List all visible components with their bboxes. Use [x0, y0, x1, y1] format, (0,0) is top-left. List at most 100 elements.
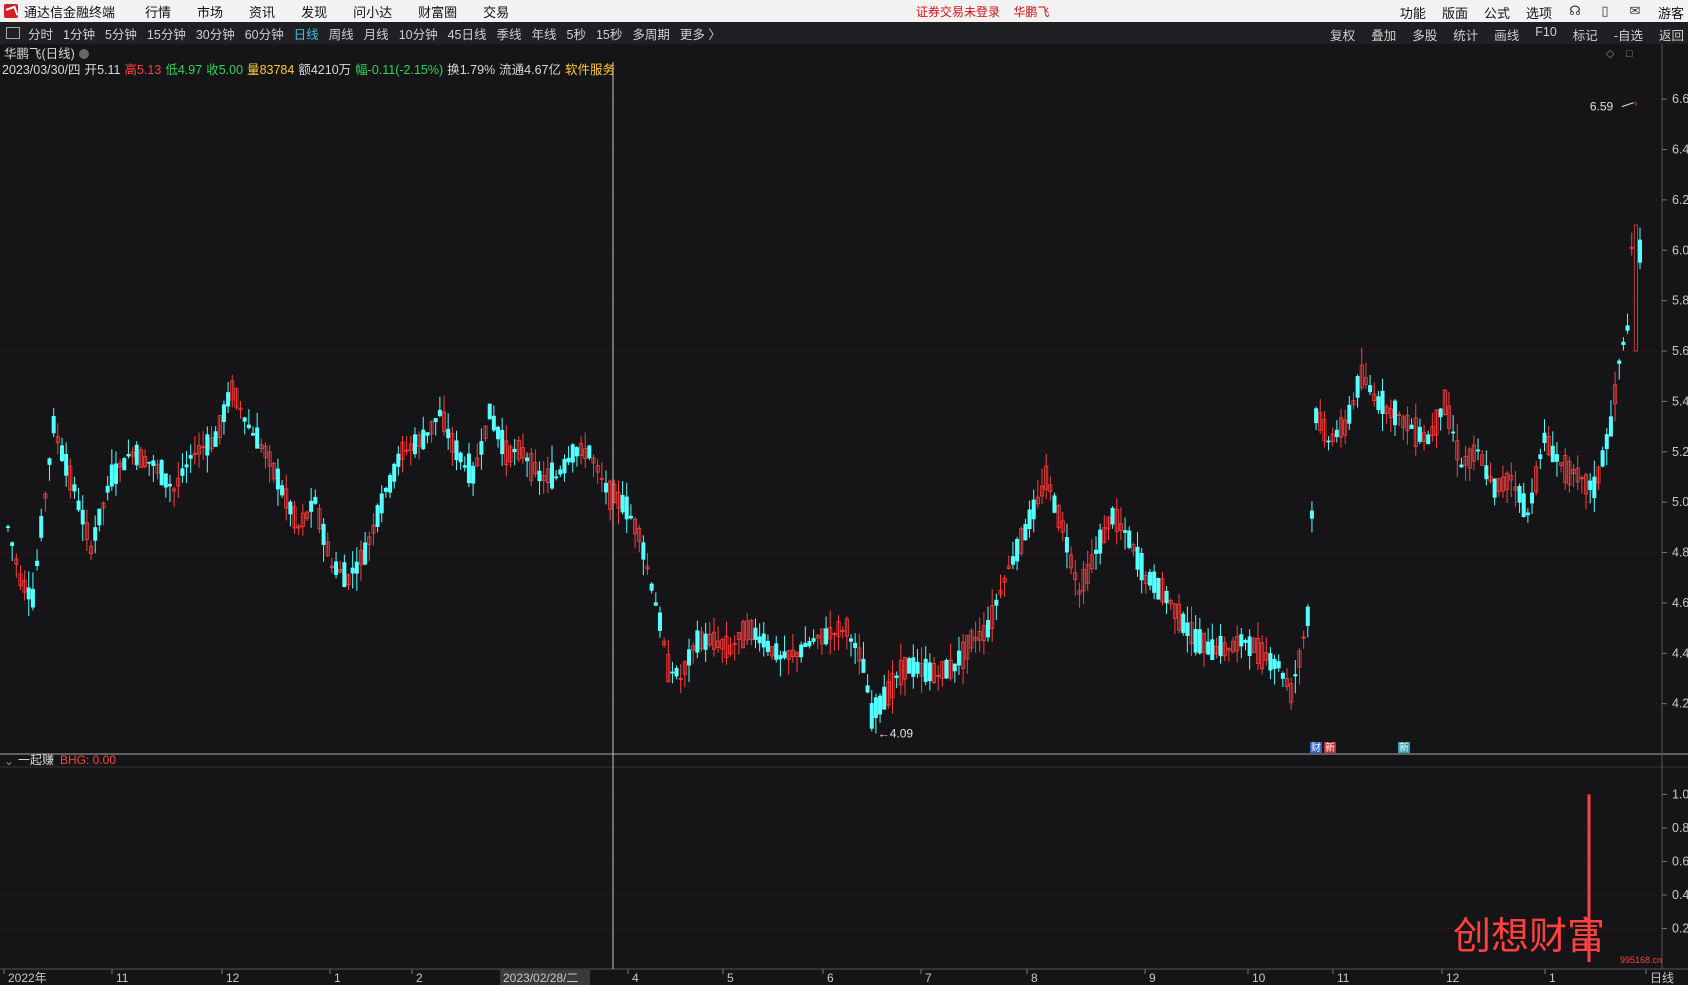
- x-tick-label: 2: [416, 971, 423, 985]
- candle-body: [778, 655, 783, 660]
- period-tab[interactable]: 季线: [497, 24, 522, 43]
- candle-body: [1604, 434, 1609, 449]
- candle-body: [1280, 672, 1285, 679]
- candle-body: [944, 659, 949, 679]
- x-tick-label: 6: [827, 971, 834, 985]
- candle-body: [878, 695, 883, 715]
- candle-body: [462, 465, 467, 468]
- menu-quotes[interactable]: 行情: [145, 2, 171, 21]
- headset-icon[interactable]: ☊: [1568, 3, 1582, 22]
- app-title: 通达信金融终端: [24, 4, 116, 20]
- candle-body: [454, 440, 459, 461]
- period-tab[interactable]: 60分钟: [245, 24, 284, 43]
- candle-body: [558, 469, 563, 475]
- period-tab[interactable]: 5秒: [567, 24, 586, 43]
- menu-ask[interactable]: 问小达: [353, 2, 392, 21]
- x-tick-label: 11: [1337, 971, 1350, 985]
- float-label: 流通: [499, 63, 525, 77]
- candle-body: [1110, 507, 1115, 525]
- chart-tool-button[interactable]: 画线: [1494, 25, 1519, 44]
- max-price-label: 6.59: [1590, 100, 1614, 114]
- candle-body: [392, 463, 397, 482]
- chart-tool-button[interactable]: F10: [1535, 25, 1557, 44]
- watermark-url: 995168.cn: [1620, 955, 1662, 965]
- period-tab[interactable]: 1分钟: [63, 24, 95, 43]
- login-status[interactable]: 证券交易未登录: [916, 5, 1000, 19]
- chart-tool-button[interactable]: -自选: [1614, 25, 1643, 44]
- chart-tool-button[interactable]: 叠加: [1371, 25, 1396, 44]
- candle-body: [566, 457, 571, 463]
- candle-body: [882, 686, 887, 710]
- menu-formula[interactable]: 公式: [1484, 3, 1510, 22]
- menu-wealth[interactable]: 财富圈: [418, 2, 457, 21]
- menu-function[interactable]: 功能: [1400, 3, 1426, 22]
- candle-body: [703, 633, 708, 650]
- candle-body: [994, 599, 999, 606]
- menu-options[interactable]: 选项: [1526, 3, 1552, 22]
- guest-user[interactable]: 游客: [1658, 3, 1684, 22]
- candle-body: [1621, 341, 1626, 345]
- amount-value: 4210万: [311, 63, 351, 77]
- candle-body: [1147, 571, 1152, 586]
- mail-icon[interactable]: ✉: [1628, 3, 1642, 22]
- chart-tool-button[interactable]: 返回: [1659, 25, 1684, 44]
- period-tab[interactable]: 周线: [329, 24, 354, 43]
- earnings-marker: 财: [1311, 741, 1321, 754]
- period-tab[interactable]: 45日线: [448, 24, 487, 43]
- period-tab[interactable]: 15分钟: [147, 24, 186, 43]
- chart-tool-button[interactable]: 复权: [1330, 25, 1355, 44]
- candle-body: [383, 487, 388, 492]
- period-tab[interactable]: 年线: [532, 24, 557, 43]
- period-tab[interactable]: 日线: [294, 24, 319, 43]
- candle-body: [1355, 376, 1360, 398]
- candle-body: [861, 658, 866, 673]
- candle-body: [782, 651, 787, 659]
- y-tick-label: 6.00: [1672, 243, 1688, 257]
- candle-body: [587, 445, 592, 459]
- candle-body: [1625, 325, 1630, 331]
- chart-tool-button[interactable]: 多股: [1412, 25, 1437, 44]
- candle-body: [923, 658, 928, 682]
- period-tab[interactable]: 分时: [28, 24, 53, 43]
- candle-body: [670, 671, 675, 674]
- period-tab[interactable]: 10分钟: [399, 24, 438, 43]
- candle-body: [574, 447, 579, 457]
- menu-discover[interactable]: 发现: [301, 2, 327, 21]
- period-tab[interactable]: 月线: [364, 24, 389, 43]
- candle-body: [1052, 495, 1057, 513]
- menu-trade[interactable]: 交易: [483, 2, 509, 21]
- chart-tool-button[interactable]: 标记: [1573, 25, 1598, 44]
- period-tab[interactable]: 5分钟: [105, 24, 137, 43]
- login-notice[interactable]: 证券交易未登录 华鹏飞: [916, 3, 1059, 20]
- kline-chart[interactable]: 6.60 6.40 6.20 6.00 5.80 5.60 5.40 5.20 5.00 4.80…: [0, 44, 1688, 985]
- candle-body: [848, 638, 853, 642]
- menu-news[interactable]: 资讯: [249, 2, 275, 21]
- period-tab[interactable]: 30分钟: [196, 24, 235, 43]
- menu-market[interactable]: 市场: [197, 2, 223, 21]
- candle-body: [433, 418, 438, 423]
- candle-body: [873, 697, 878, 718]
- candle-body: [167, 483, 172, 487]
- candle-body: [59, 445, 64, 461]
- candle-body: [799, 644, 804, 658]
- candle-body: [1127, 530, 1132, 548]
- period-tab[interactable]: 15秒: [596, 24, 622, 43]
- candle-body: [491, 415, 496, 431]
- period-tab[interactable]: 更多 〉: [680, 24, 721, 43]
- phone-icon[interactable]: ▯: [1598, 3, 1612, 22]
- candle-body: [1094, 549, 1099, 555]
- candle-body: [1247, 636, 1252, 657]
- period-tab[interactable]: 多周期: [632, 24, 670, 43]
- candle-body: [1276, 661, 1281, 669]
- candle-body: [674, 667, 679, 677]
- panel-toggle-icon[interactable]: [6, 27, 20, 39]
- candle-body: [363, 542, 368, 565]
- candle-body: [865, 685, 870, 693]
- menu-layout[interactable]: 版面: [1442, 3, 1468, 22]
- candle-body: [93, 527, 98, 541]
- candle-body: [687, 649, 692, 666]
- candle-body: [437, 409, 442, 417]
- volume-value: 83784: [260, 63, 295, 77]
- y-tick-label: 5.60: [1672, 344, 1688, 358]
- chart-tool-button[interactable]: 统计: [1453, 25, 1478, 44]
